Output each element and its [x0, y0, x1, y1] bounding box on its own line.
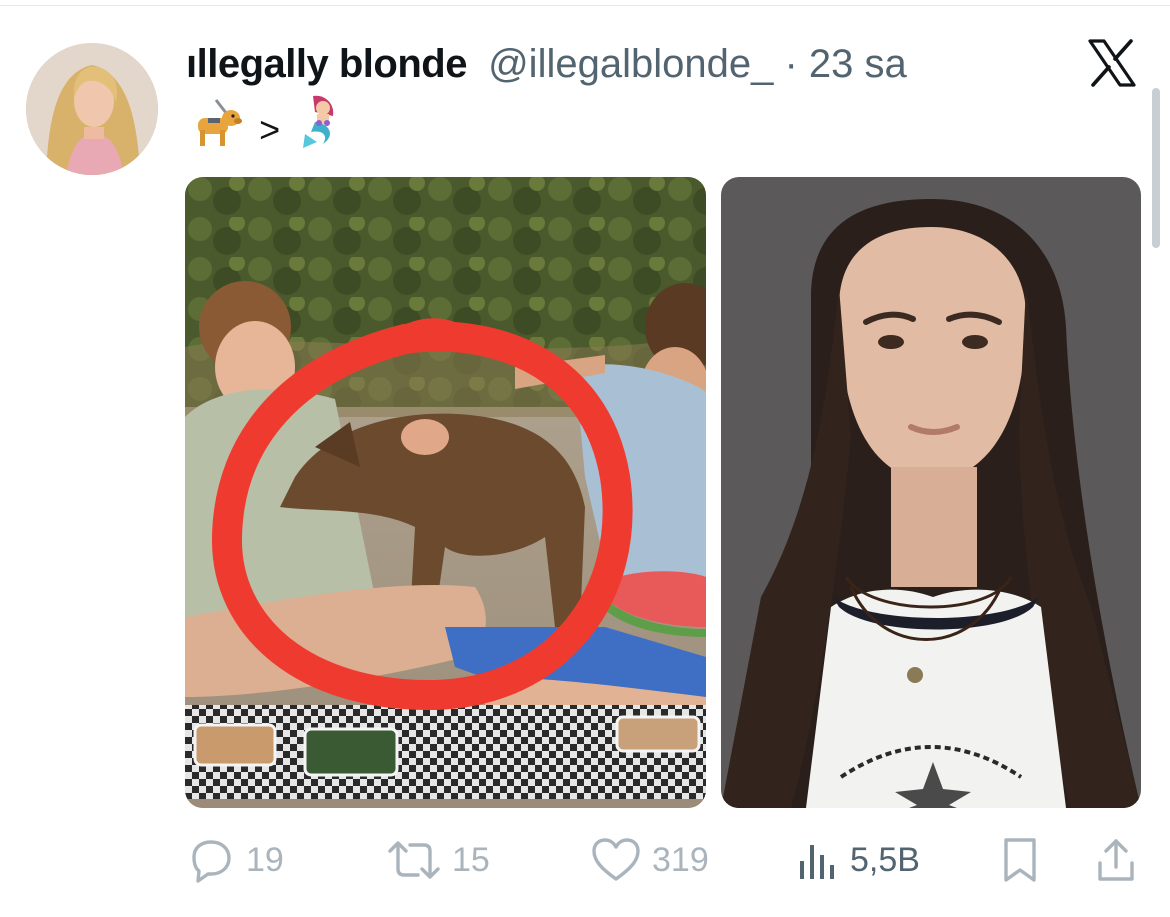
- author-handle[interactable]: @illegalblonde_: [488, 42, 773, 86]
- top-divider: [0, 5, 1170, 6]
- reply-count: 19: [246, 840, 284, 879]
- header-separator: ·: [784, 42, 798, 86]
- tweet-header: ıllegally blonde @illegalblonde_ · 23 sa: [186, 38, 907, 90]
- reply-button[interactable]: 19: [186, 828, 284, 892]
- tweet-timestamp[interactable]: 23 sa: [809, 42, 907, 86]
- author-display-name[interactable]: ıllegally blonde: [186, 42, 467, 86]
- bookmark-icon: [998, 835, 1042, 885]
- photo-picnic-dog-circled-icon: [185, 177, 706, 808]
- photo-portrait-woman-icon: [721, 177, 1141, 808]
- x-logo-icon[interactable]: [1086, 37, 1138, 89]
- share-button[interactable]: [1094, 828, 1138, 892]
- tweet-action-bar: 19 15 319 5,5B: [0, 828, 1170, 892]
- scrollbar[interactable]: [1152, 88, 1160, 248]
- tweet-text: >: [186, 94, 353, 150]
- retweet-button[interactable]: 15: [386, 828, 490, 892]
- views-chart-icon: [796, 835, 840, 885]
- views-button[interactable]: 5,5B: [796, 828, 920, 892]
- heart-icon: [590, 835, 642, 885]
- greater-than-sign: >: [259, 108, 281, 150]
- retweet-count: 15: [452, 840, 490, 879]
- media-photo-picnic[interactable]: [185, 177, 706, 808]
- media-photo-portrait[interactable]: [721, 177, 1141, 808]
- mermaid-emoji-icon: [295, 94, 353, 165]
- guide-dog-emoji-icon: [186, 94, 244, 165]
- view-count: 5,5B: [850, 840, 920, 879]
- like-button[interactable]: 319: [590, 828, 709, 892]
- author-avatar[interactable]: [26, 43, 158, 175]
- reply-icon: [186, 835, 236, 885]
- retweet-icon: [386, 835, 442, 885]
- avatar-image: [26, 43, 158, 175]
- share-icon: [1094, 835, 1138, 885]
- bookmark-button[interactable]: [998, 828, 1042, 892]
- like-count: 319: [652, 840, 709, 879]
